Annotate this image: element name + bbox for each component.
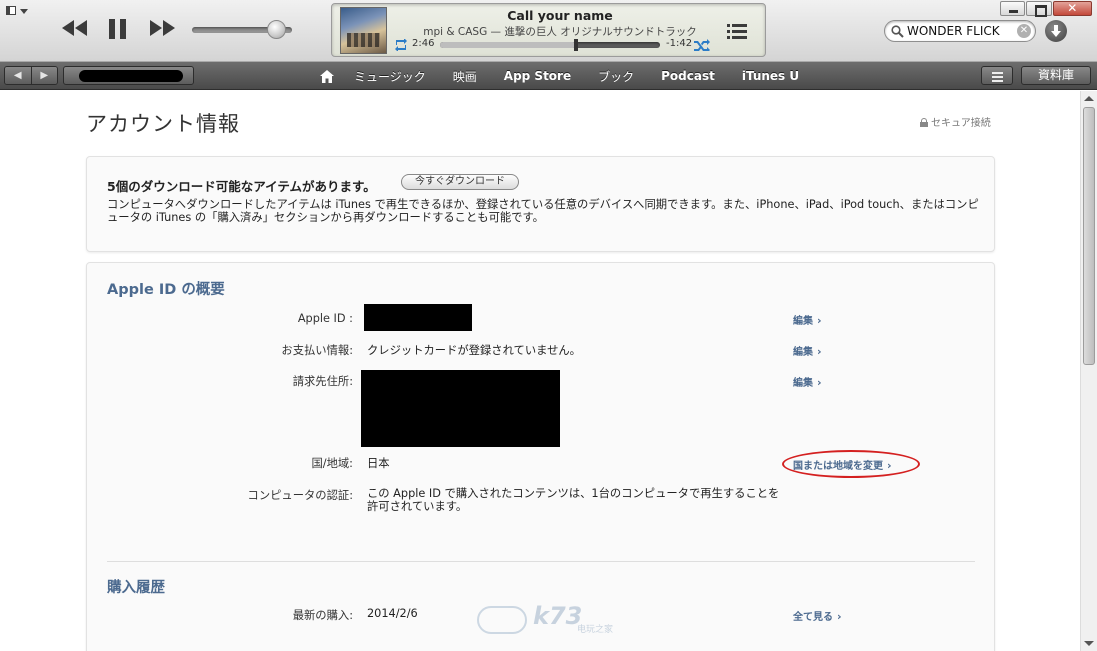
elapsed-time: 2:46 [412, 38, 435, 49]
chevron-right-icon: › [837, 610, 842, 623]
section-divider [107, 561, 975, 562]
maximize-button[interactable] [1026, 1, 1052, 16]
nav-link-music[interactable]: ミュージック [354, 68, 426, 85]
secure-connection-indicator: セキュア接続 [920, 114, 991, 129]
window-controls: ✕ [1000, 1, 1092, 17]
chevron-right-icon: › [817, 345, 822, 358]
menu-button[interactable] [981, 66, 1013, 85]
redacted-apple-id [364, 304, 472, 331]
search-icon [891, 25, 904, 38]
now-playing-display: Call your name mpi & CASG — 進撃の巨人 オリジナルサ… [331, 3, 766, 57]
pause-icon[interactable] [107, 18, 129, 40]
forward-button[interactable]: ▶ [30, 67, 57, 84]
scrollbar-thumb[interactable] [1083, 107, 1095, 365]
downloads-button[interactable] [1045, 20, 1067, 42]
store-nav-links: ミュージック 映画 App Store ブック Podcast iTunes U [320, 62, 826, 90]
volume-knob[interactable] [267, 20, 286, 39]
secure-label: セキュア接続 [931, 118, 991, 129]
edit-apple-id-link[interactable]: 編集 › [793, 312, 822, 327]
country-label: 国/地域: [311, 457, 353, 470]
purchase-history-heading: 購入履歴 [107, 580, 165, 596]
back-forward-buttons: ◀ ▶ [4, 66, 58, 85]
payment-label: お支払い情報: [281, 344, 353, 357]
see-all-link[interactable]: 全て見る › [793, 608, 842, 623]
search-input[interactable]: WONDER FLICK [907, 24, 1000, 38]
shuffle-icon[interactable] [694, 39, 710, 54]
app-menu-icon[interactable] [6, 5, 32, 17]
vertical-scrollbar[interactable] [1080, 91, 1097, 651]
artist-album: mpi & CASG — 進撃の巨人 オリジナルサウンドトラック [423, 26, 697, 38]
downloads-description: コンピュータへダウンロードしたアイテムは iTunes で再生できるほか、登録さ… [107, 198, 979, 224]
clear-search-icon[interactable]: ✕ [1017, 24, 1031, 38]
library-button[interactable]: 資料庫 [1021, 66, 1091, 85]
chevron-right-icon: › [817, 376, 822, 389]
edit-billing-link[interactable]: 編集 › [793, 374, 822, 389]
computer-auth-value: この Apple ID で購入されたコンテンツは、1台のコンピュータで再生するこ… [367, 487, 780, 513]
store-nav-bar: ◀ ▶ ミュージック 映画 App Store ブック Podcast iTun… [0, 62, 1097, 90]
gamepad-icon [477, 606, 527, 634]
chevron-right-icon: › [817, 314, 822, 327]
album-art[interactable] [340, 7, 387, 54]
watermark-logo: k73 电玩之家 [477, 600, 637, 640]
payment-value: クレジットカードが登録されていません。 [367, 344, 581, 357]
apple-id-overview-card: Apple ID の概要 Apple ID : 編集 › お支払い情報: クレジッ… [86, 262, 995, 651]
nav-link-app-store[interactable]: App Store [504, 69, 571, 83]
home-icon[interactable] [320, 69, 334, 83]
nav-link-books[interactable]: ブック [598, 68, 634, 85]
nav-link-podcast[interactable]: Podcast [661, 69, 715, 83]
overview-heading: Apple ID の概要 [107, 282, 225, 298]
previous-track-icon[interactable] [61, 18, 89, 38]
nav-link-movies[interactable]: 映画 [453, 68, 477, 85]
redacted-account-name [79, 70, 183, 82]
page-title: アカウント情報 [86, 112, 240, 136]
latest-purchase-value: 2014/2/6 [367, 607, 418, 620]
remaining-time: -1:42 [666, 38, 693, 49]
latest-purchase-label: 最新の購入: [292, 609, 353, 622]
downloads-card: 5個のダウンロード可能なアイテムがあります。 今すぐダウンロード コンピュータへ… [86, 156, 995, 252]
downloads-title: 5個のダウンロード可能なアイテムがあります。 [107, 179, 376, 194]
close-button[interactable]: ✕ [1052, 1, 1092, 16]
lock-icon [920, 118, 928, 127]
highlight-annotation [782, 450, 920, 478]
scroll-down-arrow-icon[interactable] [1084, 641, 1094, 646]
redacted-billing-address [361, 370, 560, 447]
download-now-button[interactable]: 今すぐダウンロード [401, 174, 519, 190]
song-title: Call your name [507, 8, 613, 23]
search-field[interactable]: WONDER FLICK ✕ [884, 20, 1036, 42]
repeat-icon[interactable] [394, 38, 408, 54]
player-bar: Call your name mpi & CASG — 進撃の巨人 オリジナルサ… [0, 0, 1097, 62]
edit-payment-link[interactable]: 編集 › [793, 343, 822, 358]
computer-auth-label: コンピュータの認証: [247, 489, 353, 502]
back-button[interactable]: ◀ [5, 67, 31, 84]
minimize-button[interactable] [1000, 1, 1026, 16]
scroll-up-arrow-icon[interactable] [1084, 96, 1094, 101]
country-value: 日本 [367, 457, 390, 470]
up-next-list-icon[interactable] [727, 23, 747, 42]
billing-address-label: 請求先住所: [292, 375, 353, 388]
next-track-icon[interactable] [148, 18, 176, 38]
download-arrow-icon [1051, 25, 1061, 37]
nav-link-itunes-u[interactable]: iTunes U [742, 69, 799, 83]
apple-id-label: Apple ID : [297, 312, 353, 325]
account-button[interactable] [63, 66, 194, 85]
progress-bar[interactable] [440, 39, 660, 51]
